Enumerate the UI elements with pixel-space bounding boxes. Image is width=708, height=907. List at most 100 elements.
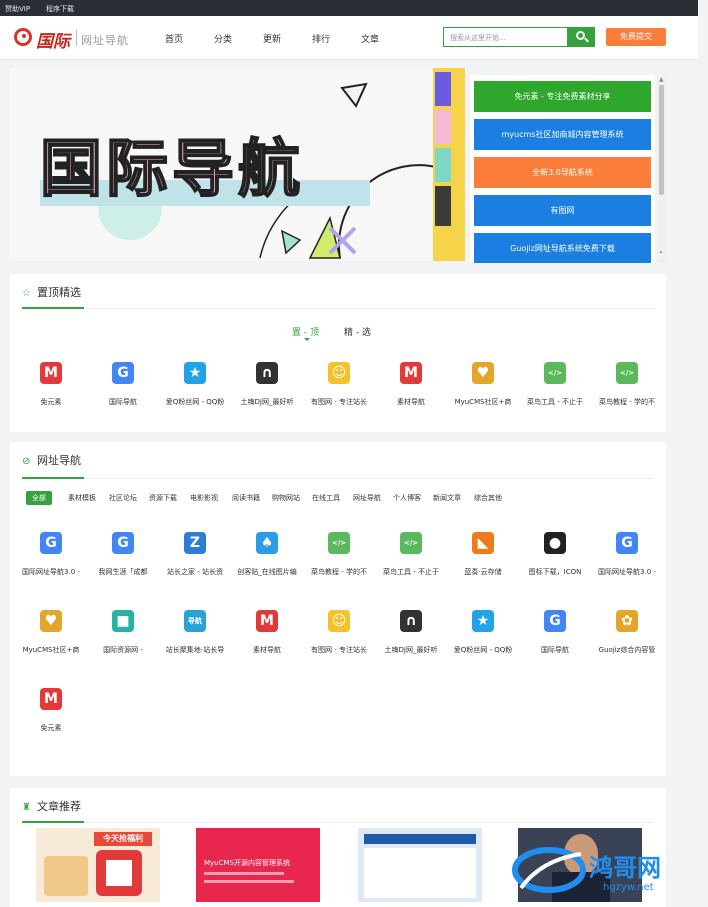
site-link[interactable]: ☺ 有图网 - 专注站长 [303, 610, 375, 655]
filter-chip[interactable]: 购物网站 [272, 491, 300, 505]
featured-link[interactable]: myucms社区加商城内容管理系统 [474, 119, 651, 150]
featured-link[interactable]: 全新3.0导航系统 [474, 157, 651, 188]
download-link[interactable]: 程序下载 [46, 4, 74, 14]
site-label: 国际网址导航3.0 - [598, 568, 656, 576]
tab-pinned[interactable]: 置 - 顶 [292, 325, 319, 338]
banner-slideshow[interactable]: 国际导航 [10, 68, 465, 261]
article-thumbnail[interactable]: MyuCMS开源内容管理系统 [196, 828, 320, 902]
featured-link[interactable]: 免元素 - 专注免费素材分享 [474, 81, 651, 112]
chinaz-icon: Z [184, 532, 206, 554]
nav-updates[interactable]: 更新 [263, 32, 281, 45]
side-list-scrollbar[interactable]: ▲ ⌄ [657, 75, 666, 263]
site-header: 国际 网址导航 首页 分类 更新 排行 文章 搜索从这里开始... 免费提交 [0, 16, 698, 60]
star-icon: ★ [472, 610, 494, 632]
scroll-down-icon[interactable]: ⌄ [658, 247, 664, 255]
nav-ranking[interactable]: 排行 [312, 32, 330, 45]
scroll-up-icon[interactable]: ▲ [659, 76, 664, 83]
site-link[interactable]: G 我网生涯「成都 [87, 532, 159, 577]
site-link[interactable]: G 国际网址导航3.0 - [591, 532, 663, 577]
site-link[interactable]: M 素材导航 [231, 610, 303, 655]
filter-chip[interactable]: 阅读书籍 [232, 491, 260, 505]
google-g-icon: G [40, 532, 62, 554]
site-link[interactable]: </> 菜鸟工具 - 不止于 [519, 362, 591, 407]
article-thumbnail[interactable]: 今天抢福利 [36, 828, 160, 902]
filter-chip[interactable]: 综合其他 [474, 491, 502, 505]
site-link[interactable]: ★ 爱Q粉丝网 - QQ粉 [447, 610, 519, 655]
filter-chip[interactable]: 在线工具 [312, 491, 340, 505]
site-label: 菜鸟工具 - 不止于 [383, 568, 439, 576]
filter-chip[interactable]: 网址导航 [353, 491, 381, 505]
featured-links-list: 免元素 - 专注免费素材分享 myucms社区加商城内容管理系统 全新3.0导航… [470, 75, 655, 263]
filter-chip[interactable]: 素材模板 [68, 491, 96, 505]
search-button[interactable] [567, 27, 595, 47]
vip-link[interactable]: 赞助VIP [5, 4, 30, 14]
code-icon: </> [328, 532, 350, 554]
logo-icon[interactable] [14, 28, 32, 46]
site-label: 蓝奏·云存储 [464, 568, 502, 576]
filter-chip[interactable]: 电影影视 [190, 491, 218, 505]
site-link[interactable]: G 国际导航 [87, 362, 159, 407]
section-title: 文章推荐 [37, 800, 81, 813]
pinned-section: ☆ 置顶精选 置 - 顶 精 - 选 M 免元素 G 国际导航 ★ 爱Q粉丝网 - QQ粉 ∩… [10, 274, 666, 432]
ms-logo-icon: M [256, 610, 278, 632]
site-label: 有图网 - 专注站长 [311, 646, 367, 654]
site-link[interactable]: ● 图标下载，ICON [519, 532, 591, 577]
site-link[interactable]: ★ 爱Q粉丝网 - QQ粉 [159, 362, 231, 407]
google-g-icon: G [112, 362, 134, 384]
heart-icon: ♥ [40, 610, 62, 632]
nav-home[interactable]: 首页 [165, 32, 183, 45]
google-g-icon: G [112, 532, 134, 554]
site-link[interactable]: G 国际网址导航3.0 - [15, 532, 87, 577]
logo-divider [76, 30, 77, 46]
site-link[interactable]: </> 菜鸟教程 - 学的不 [303, 532, 375, 577]
site-link[interactable]: ✿ Guojiz综合内容管 [591, 610, 663, 655]
site-link[interactable]: M 免元素 [15, 688, 87, 733]
nav-articles[interactable]: 文章 [361, 32, 379, 45]
site-link[interactable]: ☺ 有图网 - 专注站长 [303, 362, 375, 407]
site-link[interactable]: ◣ 蓝奏·云存储 [447, 532, 519, 577]
site-label: 图标下载，ICON [528, 568, 582, 576]
site-label: 有图网 - 专注站长 [311, 398, 367, 406]
site-link[interactable]: M 免元素 [15, 362, 87, 407]
ms-logo-icon: M [40, 362, 62, 384]
top-bar: 赞助VIP 程序下载 [0, 0, 698, 16]
site-label: 免元素 [40, 398, 62, 406]
tab-picks[interactable]: 精 - 选 [344, 325, 371, 338]
nav-category[interactable]: 分类 [214, 32, 232, 45]
badge-icon: ♜ [22, 802, 31, 813]
site-link[interactable]: 导航 站长聚集地-站长导 [159, 610, 231, 655]
filter-chip[interactable]: 新闻文章 [433, 491, 461, 505]
site-label: 我网生涯「成都 [98, 568, 148, 576]
free-submit-button[interactable]: 免费提交 [606, 28, 666, 46]
logo-text[interactable]: 国际 [36, 27, 70, 52]
watermark: 鸿哥网 hgzyw.net [511, 840, 701, 898]
article-thumbnail[interactable] [358, 828, 482, 902]
featured-link[interactable]: 有图网 [474, 195, 651, 226]
section-title: 网址导航 [37, 454, 81, 467]
filter-chip-active[interactable]: 全部 [26, 491, 52, 505]
watermark-title: 鸿哥网 [589, 854, 661, 882]
section-title: 置顶精选 [37, 286, 81, 299]
site-link[interactable]: ♠ 创客贴_在线图片编 [231, 532, 303, 577]
site-link[interactable]: ■ 国际资源网 - [87, 610, 159, 655]
site-link[interactable]: </> 菜鸟教程 - 学的不 [591, 362, 663, 407]
site-link[interactable]: Z 站长之家 - 站长资 [159, 532, 231, 577]
site-link[interactable]: G 国际导航 [519, 610, 591, 655]
site-link[interactable]: ♥ MyuCMS社区+商 [447, 362, 519, 407]
directory-section: ⊘ 网址导航 全部 素材模板 社区论坛 资源下载 电影影视 阅读书籍 购物网站 在线工具 网址导航… [10, 442, 666, 776]
site-label: 爱Q粉丝网 - QQ粉 [165, 398, 225, 406]
site-link[interactable]: ∩ 土嗨DJ网_最好听 [231, 362, 303, 407]
filter-chip[interactable]: 社区论坛 [109, 491, 137, 505]
site-link[interactable]: ∩ 土嗨DJ网_最好听 [375, 610, 447, 655]
site-link[interactable]: </> 菜鸟工具 - 不止于 [375, 532, 447, 577]
featured-link[interactable]: Guojiz网址导航系统免费下载 [474, 233, 651, 263]
filter-chip[interactable]: 个人博客 [393, 491, 421, 505]
filter-chip[interactable]: 资源下载 [149, 491, 177, 505]
search-input[interactable]: 搜索从这里开始... [443, 27, 567, 47]
site-label: Guojiz综合内容管 [598, 646, 656, 654]
site-link[interactable]: M 素材导航 [375, 362, 447, 407]
site-label: 素材导航 [253, 646, 281, 654]
site-link[interactable]: ♥ MyuCMS社区+商 [15, 610, 87, 655]
site-label: 菜鸟教程 - 学的不 [311, 568, 367, 576]
scrollbar-thumb[interactable] [659, 85, 664, 195]
